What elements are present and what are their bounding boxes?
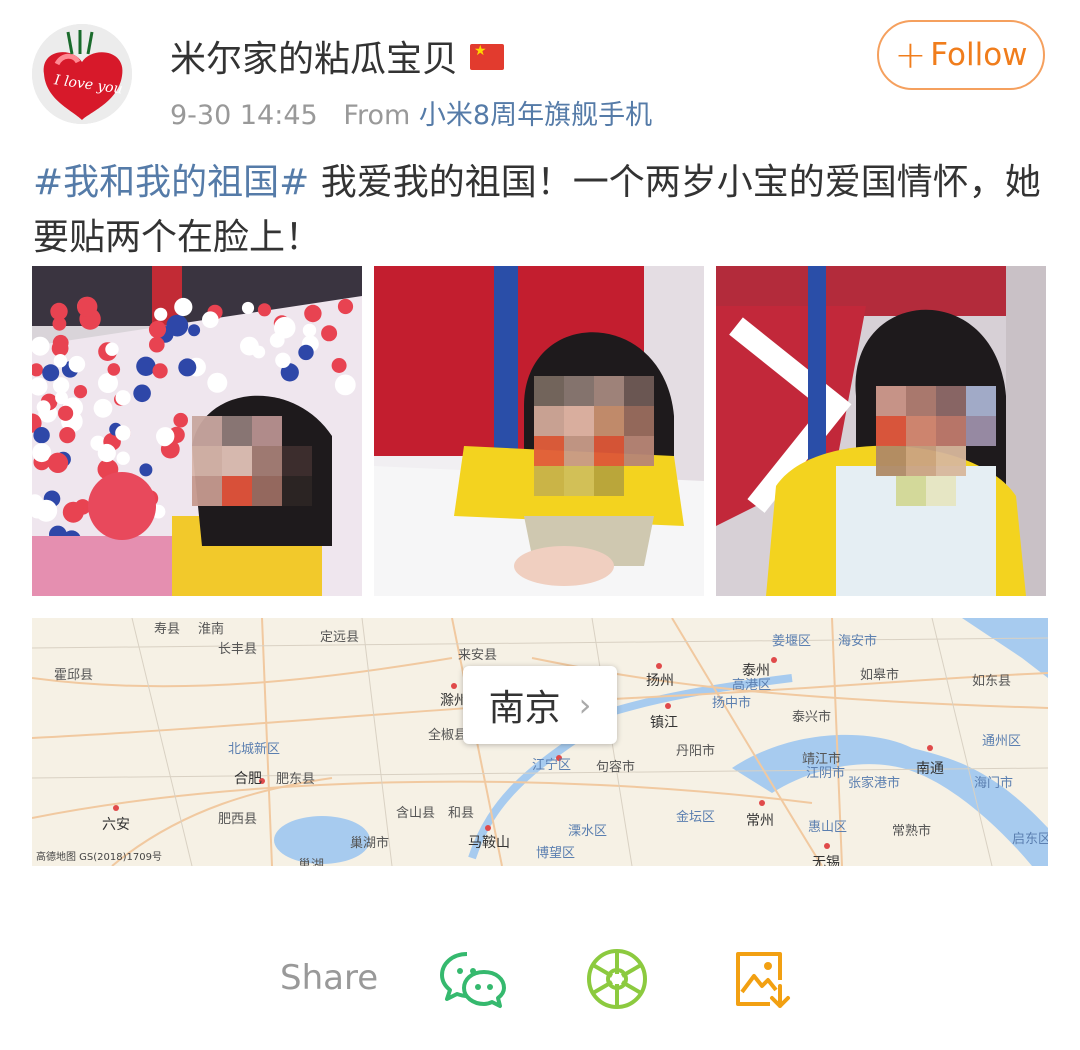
share-label: Share — [280, 958, 379, 998]
map-place-label: 南通 — [916, 761, 944, 777]
post-source[interactable]: 小米8周年旗舰手机 — [419, 100, 652, 131]
map-place-label: 海门市 — [974, 776, 1014, 791]
hashtag-link[interactable]: #我和我的祖国# — [33, 162, 309, 203]
map-place-label: 溧水区 — [568, 824, 608, 839]
map-place-label: 肥东县 — [276, 772, 316, 787]
map-place-label: 江宁区 — [532, 758, 572, 773]
map-place-label: 无锡 — [812, 855, 840, 866]
map-place-label: 张家港市 — [848, 776, 901, 791]
map-place-label: 启东区 — [1012, 832, 1048, 847]
map-place-label: 常州 — [746, 813, 774, 829]
post-photo-2[interactable] — [374, 266, 704, 596]
map-place-label: 淮南 — [198, 622, 225, 637]
map-place-label: 六安 — [102, 817, 130, 833]
map-credit: 高德地图 GS(2018)1709号 — [36, 852, 162, 863]
map-place-label: 高港区 — [732, 678, 772, 693]
map-place-label: 来安县 — [458, 648, 498, 663]
map-place-label: 霍邱县 — [54, 668, 94, 683]
map-place-label: 扬中市 — [712, 696, 752, 711]
map-place-label: 博望区 — [536, 846, 576, 861]
city-callout[interactable]: 南京 › — [463, 666, 617, 744]
chevron-right-icon: › — [578, 686, 592, 724]
map-place-label: 全椒县 — [428, 728, 468, 743]
username[interactable]: 米尔家的粘瓜宝贝 — [170, 30, 505, 82]
map-place-label: 定远县 — [320, 630, 360, 645]
map-place-label: 惠山区 — [808, 820, 848, 835]
moments-icon[interactable] — [584, 946, 650, 1012]
map-place-label: 巢湖市 — [350, 836, 390, 851]
map-place-label: 通州区 — [982, 734, 1022, 749]
wechat-icon[interactable] — [440, 946, 506, 1012]
map-place-label: 寿县 — [154, 622, 181, 637]
map-place-label: 姜堰区 — [772, 634, 812, 649]
map-place-label: 肥西县 — [218, 812, 258, 827]
map-place-label: 泰兴市 — [792, 710, 832, 725]
map-place-label: 和县 — [448, 806, 475, 821]
map-place-label: 常熟市 — [892, 824, 932, 839]
map-place-label: 如皋市 — [860, 668, 900, 683]
map-place-label: 含山县 — [396, 806, 436, 821]
post-photo-1[interactable] — [32, 266, 362, 596]
map-place-label: 句容市 — [596, 760, 636, 775]
map-place-label: 丹阳市 — [676, 744, 716, 759]
map-place-label: 北城新区 — [228, 742, 281, 757]
map-place-label: 扬州 — [646, 673, 674, 689]
map-place-label: 如东县 — [972, 674, 1012, 689]
follow-label: Follow — [930, 37, 1028, 73]
post-time: 9-30 14:45 — [170, 100, 318, 131]
from-prefix: From — [343, 100, 411, 131]
plus-icon: + — [894, 33, 927, 77]
post-text: #我和我的祖国# 我爱我的祖国！一个两岁小宝的爱国情怀，她要贴两个在脸上！ — [33, 155, 1043, 265]
save-image-icon[interactable] — [730, 946, 796, 1012]
location-map[interactable]: 寿县 淮南 定远县 来安县 姜堰区 海安市 霍邱县 长丰县 泰州 如皋市 如东县 扬州 高港区 滁州 扬中市… — [32, 618, 1048, 866]
map-place-label: 江阴市 — [806, 766, 846, 781]
post-meta: 9-30 14:45 From 小米8周年旗舰手机 — [170, 93, 652, 132]
map-place-label: 马鞍山 — [468, 835, 510, 851]
map-place-label: 镇江 — [650, 715, 678, 731]
username-text[interactable]: 米尔家的粘瓜宝贝 — [170, 39, 458, 80]
post-photo-3[interactable] — [716, 266, 1046, 596]
map-place-label: 合肥 — [234, 771, 262, 787]
map-place-label: 长丰县 — [218, 642, 258, 657]
city-name: 南京 — [488, 688, 561, 729]
avatar[interactable]: I love you — [32, 24, 132, 124]
china-flag-icon — [470, 44, 505, 70]
map-place-label: 海安市 — [838, 634, 878, 649]
follow-button[interactable]: + Follow — [877, 20, 1045, 90]
map-place-label: 巢湖 — [298, 858, 325, 866]
map-place-label: 金坛区 — [676, 810, 716, 825]
